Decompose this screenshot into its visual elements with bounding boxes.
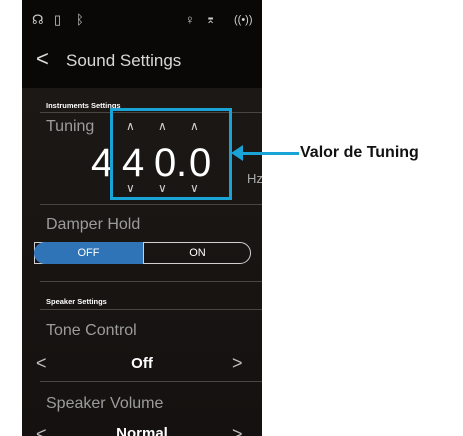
usb-icon: ▯ [54, 12, 62, 27]
divider [40, 204, 262, 205]
callout-arrow-icon [231, 145, 243, 161]
device-screen: ☊ ▯ ᛒ ♀ ⌆ ((•)) < Sound Settings Instrum… [22, 0, 262, 436]
volume-prev-button[interactable]: < [36, 425, 47, 436]
tuning-label: Tuning [46, 118, 95, 135]
bluetooth-icon: ᛒ [76, 12, 84, 27]
damper-hold-label: Damper Hold [46, 216, 141, 233]
unit-label: Hz [247, 171, 262, 186]
tone-control-label: Tone Control [46, 322, 137, 339]
back-button[interactable]: < [36, 48, 49, 70]
toggle-off-option[interactable]: OFF [34, 242, 143, 264]
speaker-volume-label: Speaker Volume [46, 395, 164, 412]
headphones-icon: ☊ [32, 12, 44, 27]
wireless-icon: ((•)) [234, 14, 253, 26]
divider [40, 381, 262, 382]
callout-line [237, 152, 299, 155]
page-title: Sound Settings [66, 51, 182, 70]
tone-prev-button[interactable]: < [36, 354, 47, 372]
divider [40, 281, 262, 282]
tuning-highlight-box [110, 108, 232, 200]
toggle-on-option[interactable]: ON [143, 243, 251, 263]
tone-next-button[interactable]: > [232, 354, 243, 372]
tone-control-value: Off [131, 355, 153, 372]
header: < Sound Settings [22, 42, 262, 78]
status-bar: ☊ ▯ ᛒ ♀ ⌆ ((•)) [22, 0, 262, 42]
microphone-icon: ♀ [185, 12, 195, 27]
section-header-speaker: Speaker Settings [46, 297, 107, 306]
divider [40, 309, 262, 310]
midi-icon: ⌆ [206, 14, 216, 26]
volume-next-button[interactable]: > [232, 425, 243, 436]
damper-hold-toggle[interactable]: OFF ON [34, 242, 251, 264]
speaker-volume-value: Normal [116, 425, 168, 436]
callout-label: Valor de Tuning [300, 144, 419, 161]
